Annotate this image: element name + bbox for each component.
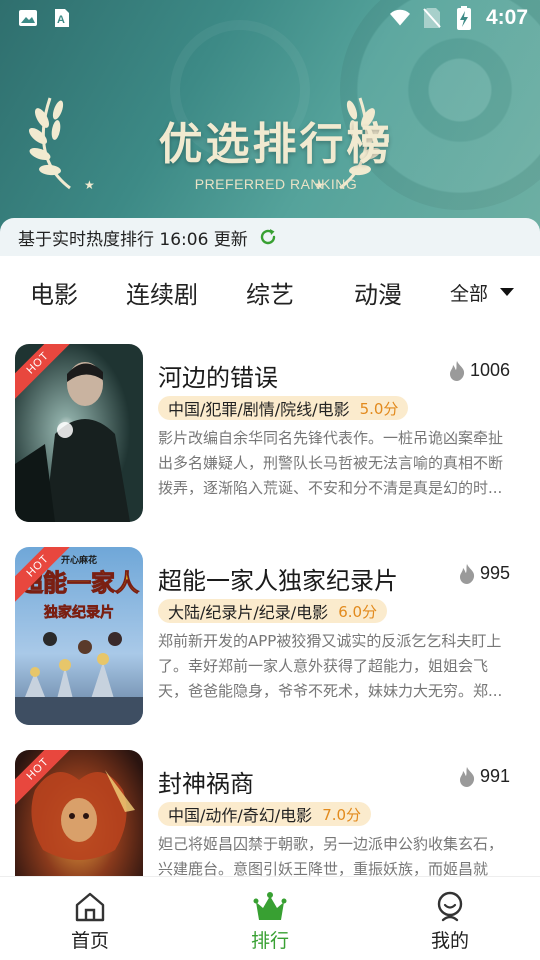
poster-text-sub: 独家纪录片 [44,604,114,621]
ranking-banner: A 4:07 ★ ★ 优选排行榜 PREFERRED RANKING [0,0,540,255]
heat-value: 991 [479,766,510,786]
movie-description: 妲己将姬昌囚禁于朝歌，另一边派申公豹收集玄石，兴建鹿台。意图引妖王降世，重振妖族… [158,835,504,876]
tag-pill: 中国/犯罪/剧情/院线/电影 5.0分 [158,396,409,420]
category-tabs: 电影 连续剧 综艺 动漫 全部 [0,256,540,328]
refresh-icon[interactable] [258,227,278,247]
movie-title[interactable]: 河边的错误 [158,358,278,393]
movie-description: 郑前新开发的APP被狡猾又诚实的反派乞乞科夫盯上了。幸好郑前一家人意外获得了超能… [158,632,503,700]
heat-count: 995 [458,563,510,584]
status-bar: A 4:07 [0,0,540,36]
genre-tags: 中国/动作/奇幻/电影 [168,806,313,825]
tab-all-dropdown[interactable]: 全部 [450,279,515,306]
nav-ranking[interactable]: 排行 [180,877,360,960]
font-icon: A [52,8,72,28]
movie-poster[interactable]: HOT [15,344,143,522]
list-item[interactable]: HOT 河边的错误 1006 中国/犯罪/剧情/院线/电影 5.0分 影片改编自… [0,328,540,522]
heat-value: 1006 [469,360,510,380]
no-sim-icon [422,8,442,28]
movie-poster[interactable]: 开心麻花 超能一家人 独家纪录片 HOT [15,547,143,725]
image-icon [18,8,38,28]
flame-icon [449,360,465,381]
ranking-icon [253,892,287,920]
genre-tags: 大陆/纪录片/纪录/电影 [168,603,329,622]
score: 5.0分 [359,399,399,418]
list-item[interactable]: 开心麻花 超能一家人 独家纪录片 HOT 超能一家人独家纪录片 995 大陆/纪… [0,531,540,725]
nav-profile[interactable]: 我的 [360,877,540,960]
movie-description: 影片改编自余华同名先锋代表作。一桩吊诡凶案牵扯出多名嫌疑人，刑警队长马哲被无法言… [158,429,504,497]
wifi-icon [389,8,410,28]
tab-variety[interactable]: 综艺 [216,275,324,310]
movie-title[interactable]: 封神祸商 [158,764,254,799]
nav-ranking-label: 排行 [250,930,289,952]
home-icon [75,892,105,922]
tag-pill: 中国/动作/奇幻/电影 7.0分 [158,802,372,826]
movie-poster[interactable]: HOT [15,750,143,876]
battery-charging-icon [454,6,474,30]
banner-subtitle: PREFERRED RANKING [194,176,358,192]
status-time: 4:07 [485,6,528,29]
tab-movie[interactable]: 电影 [0,275,108,310]
score: 7.0分 [322,805,362,824]
list-item[interactable]: HOT 封神祸商 991 中国/动作/奇幻/电影 7.0分 妲己将姬昌囚禁于朝歌… [0,734,540,876]
tab-anime[interactable]: 动漫 [324,275,432,310]
poster-text-top: 开心麻花 [61,554,97,566]
nav-profile-label: 我的 [430,930,469,952]
heat-count: 991 [458,766,510,787]
banner-title: 优选排行榜 [158,119,394,170]
tag-pill: 大陆/纪录片/纪录/电影 6.0分 [158,599,388,623]
update-info-strip: 基于实时热度排行 16:06 更新 [0,218,540,256]
heat-value: 995 [479,563,510,583]
tab-tv-series[interactable]: 连续剧 [108,275,216,310]
profile-icon [437,891,463,922]
update-time-text: 基于实时热度排行 16:06 更新 [18,229,248,250]
flame-icon [459,766,475,787]
score: 6.0分 [338,602,378,621]
ranking-list: HOT 河边的错误 1006 中国/犯罪/剧情/院线/电影 5.0分 影片改编自… [0,328,540,876]
tab-all-label: 全部 [450,282,489,305]
nav-home-label: 首页 [70,930,109,952]
chevron-down-icon [500,288,515,296]
svg-text:A: A [57,14,65,26]
flame-icon [459,563,475,584]
heat-count: 1006 [448,360,510,381]
nav-home[interactable]: 首页 [0,877,180,960]
bottom-nav: 首页 排行 我的 [0,876,540,960]
genre-tags: 中国/犯罪/剧情/院线/电影 [168,400,350,419]
movie-title[interactable]: 超能一家人独家纪录片 [158,561,398,596]
